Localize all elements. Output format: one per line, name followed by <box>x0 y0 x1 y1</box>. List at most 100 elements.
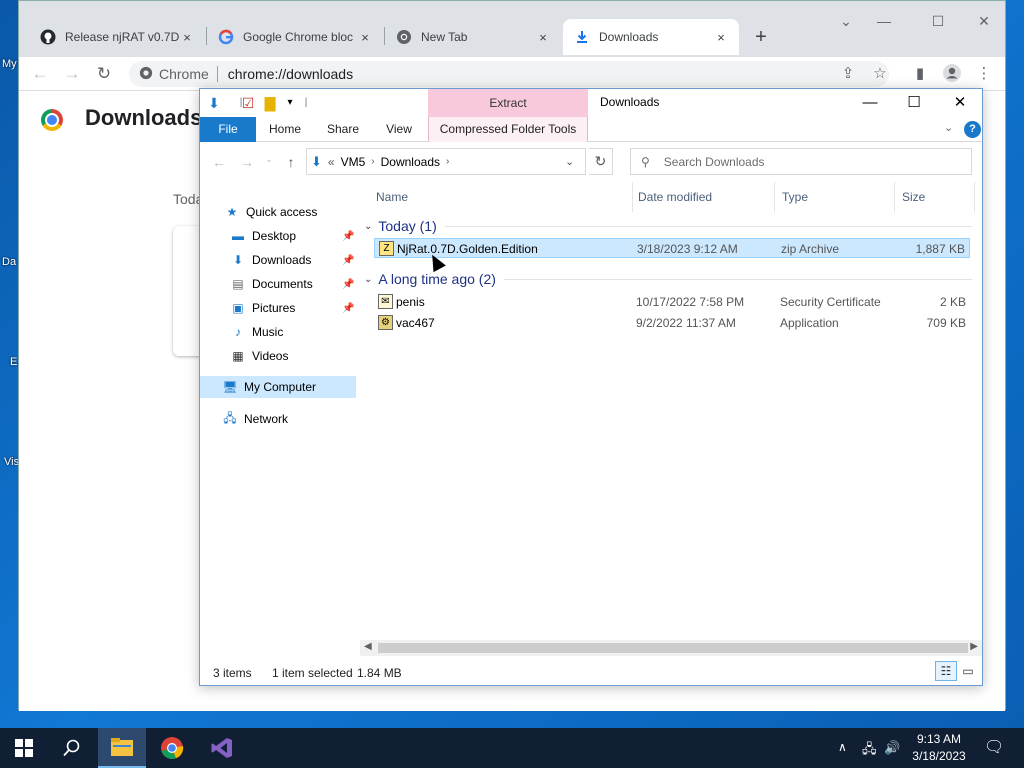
nav-videos[interactable]: ▦ Videos <box>230 345 288 367</box>
tab-new-tab[interactable]: New Tab × <box>385 19 561 55</box>
download-arrow-icon[interactable]: ⬇ <box>206 95 222 111</box>
address-segment-vm5[interactable]: VM5 <box>341 155 366 169</box>
close-window-button[interactable]: ✕ <box>969 13 999 30</box>
nav-downloads[interactable]: ⬇ Downloads 📌 <box>230 249 356 271</box>
pin-icon[interactable]: 📌 <box>342 255 354 266</box>
nav-network[interactable]: 🖧 Network <box>222 408 288 430</box>
chevron-down-icon[interactable]: ⌄ <box>364 221 372 232</box>
column-header-name[interactable]: Name <box>376 190 408 204</box>
back-arrow-icon[interactable]: ← <box>210 154 228 170</box>
pin-icon[interactable]: 📌 <box>342 303 354 314</box>
bookmark-star-icon[interactable]: ☆ <box>869 63 891 85</box>
maximize-button[interactable]: ☐ <box>923 13 953 30</box>
minimize-button[interactable]: — <box>869 13 899 29</box>
help-icon[interactable]: ? <box>964 121 981 138</box>
tab-downloads[interactable]: Downloads × <box>563 19 739 55</box>
close-icon[interactable]: × <box>535 30 551 45</box>
details-view-icon[interactable]: ☷ <box>935 661 957 681</box>
nav-documents[interactable]: ▤ Documents 📌 <box>230 273 356 295</box>
profile-avatar[interactable] <box>941 63 963 85</box>
address-bar[interactable]: ⬇ « VM5 › Downloads › ⌄ <box>306 148 586 175</box>
file-explorer-taskbar-icon[interactable] <box>98 728 146 768</box>
tab-file[interactable]: File <box>200 117 256 142</box>
start-button[interactable] <box>0 728 48 768</box>
new-folder-icon[interactable]: ▇ <box>262 95 278 111</box>
column-header-size[interactable]: Size <box>902 190 925 204</box>
tab-compressed-folder-tools[interactable]: Compressed Folder Tools <box>428 117 588 142</box>
close-icon[interactable]: × <box>179 30 195 45</box>
refresh-button[interactable]: ↻ <box>589 148 613 175</box>
pin-icon[interactable]: 📌 <box>342 279 354 290</box>
desktop-icon-label[interactable]: My <box>2 58 17 70</box>
large-icons-view-icon[interactable]: ▭ <box>957 661 979 681</box>
share-icon[interactable]: ⇪ <box>837 63 859 85</box>
nav-pictures[interactable]: ▣ Pictures 📌 <box>230 297 356 319</box>
column-divider[interactable] <box>894 182 895 212</box>
side-panel-icon[interactable]: ▮ <box>909 63 931 85</box>
tab-home[interactable]: Home <box>260 117 310 142</box>
address-overflow[interactable]: « <box>328 155 335 169</box>
up-arrow-icon[interactable]: ↑ <box>282 154 300 170</box>
file-row[interactable]: Z NjRat.0.7D.Golden.Edition 3/18/2023 9:… <box>374 238 970 258</box>
close-window-button[interactable]: ✕ <box>940 91 980 115</box>
nav-music[interactable]: ♪ Music <box>230 321 283 343</box>
reload-button[interactable]: ↻ <box>93 63 115 85</box>
address-dropdown-icon[interactable]: ⌄ <box>565 155 574 168</box>
desktop-icon-label[interactable]: Vis <box>4 456 19 468</box>
omnibox[interactable]: Chrome chrome://downloads <box>129 61 889 87</box>
extract-context-header[interactable]: Extract <box>428 89 588 117</box>
chevron-right-icon[interactable]: › <box>371 156 374 167</box>
tab-view[interactable]: View <box>374 117 424 142</box>
recent-locations-icon[interactable]: ⌄ <box>260 154 278 165</box>
network-tray-icon[interactable]: 🖧 <box>862 740 877 762</box>
close-icon[interactable]: × <box>357 30 373 45</box>
close-icon[interactable]: × <box>713 30 729 45</box>
column-header-date[interactable]: Date modified <box>638 190 712 204</box>
column-header-type[interactable]: Type <box>782 190 808 204</box>
properties-icon[interactable]: ☑ <box>240 95 256 111</box>
maximize-button[interactable]: ☐ <box>894 91 934 115</box>
tab-chrome-block[interactable]: Google Chrome bloc × <box>207 19 383 55</box>
scroll-left-icon[interactable]: ◀ <box>364 641 372 652</box>
group-header-long-ago[interactable]: ⌄ A long time ago (2) <box>364 271 972 287</box>
tab-share[interactable]: Share <box>318 117 368 142</box>
desktop-icon-label[interactable]: Da <box>2 256 16 268</box>
url-text[interactable]: chrome://downloads <box>228 66 353 82</box>
chrome-taskbar-icon[interactable] <box>148 728 196 768</box>
file-row[interactable]: ✉ penis 10/17/2022 7:58 PM Security Cert… <box>374 292 970 312</box>
horizontal-scrollbar[interactable]: ◀ ▶ <box>360 640 982 656</box>
scroll-right-icon[interactable]: ▶ <box>970 641 978 652</box>
chrome-icon <box>139 66 153 83</box>
qat-customize-icon[interactable]: ▾ <box>282 95 298 111</box>
address-segment-downloads[interactable]: Downloads <box>381 155 440 169</box>
tray-overflow-icon[interactable]: ∧ <box>838 740 847 754</box>
pin-icon[interactable]: 📌 <box>342 231 354 242</box>
volume-icon[interactable]: 🔊 <box>884 740 900 756</box>
column-divider[interactable] <box>632 182 633 212</box>
forward-arrow-icon[interactable]: → <box>238 154 256 170</box>
minimize-button[interactable]: — <box>850 91 890 115</box>
search-icon[interactable] <box>48 728 96 768</box>
group-header-today[interactable]: ⌄ Today (1) <box>364 218 972 234</box>
ribbon-expand-icon[interactable]: ⌄ <box>944 121 953 134</box>
nav-desktop[interactable]: ▬ Desktop 📌 <box>230 225 356 247</box>
nav-quick-access[interactable]: ★ Quick access <box>224 201 318 223</box>
forward-button[interactable]: → <box>61 63 83 85</box>
menu-kebab-icon[interactable]: ⋮ <box>973 63 995 85</box>
column-divider[interactable] <box>974 182 975 212</box>
visual-studio-taskbar-icon[interactable] <box>198 728 246 768</box>
chevron-right-icon[interactable]: › <box>446 156 449 167</box>
notification-icon[interactable]: 🗨 <box>984 737 1004 757</box>
desktop-icon-label[interactable]: E <box>10 356 17 368</box>
tab-search-icon[interactable]: ⌄ <box>831 13 861 30</box>
nav-my-computer[interactable]: 🖥 My Computer <box>200 376 356 398</box>
scrollbar-thumb[interactable] <box>378 643 968 653</box>
clock[interactable]: 9:13 AM 3/18/2023 <box>900 731 978 765</box>
file-row[interactable]: ⚙ vac467 9/2/2022 11:37 AM Application 7… <box>374 313 970 333</box>
column-divider[interactable] <box>774 182 775 212</box>
new-tab-button[interactable]: + <box>749 25 773 49</box>
search-input[interactable]: ⚲ Search Downloads <box>630 148 972 175</box>
back-button[interactable]: ← <box>29 63 51 85</box>
tab-release-njrat[interactable]: Release njRAT v0.7D × <box>29 19 205 55</box>
chevron-down-icon[interactable]: ⌄ <box>364 274 372 285</box>
